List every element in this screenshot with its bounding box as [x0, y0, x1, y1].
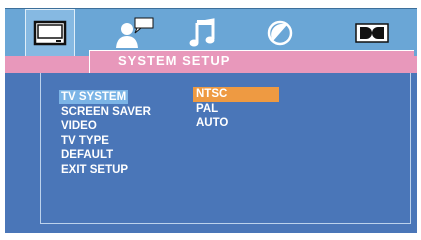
menu-item-tv-type[interactable]: TV TYPE: [59, 131, 153, 147]
setup-screen: SYSTEM SETUP TV SYSTEM SCREEN SAVER VIDE…: [0, 0, 421, 240]
tab-system[interactable]: [25, 9, 75, 58]
menu-item-video[interactable]: VIDEO: [59, 116, 153, 132]
setup-menu: TV SYSTEM SCREEN SAVER VIDEO TV TYPE DEF…: [59, 87, 153, 176]
dolby-icon: [355, 23, 389, 43]
menu-item-tv-system[interactable]: TV SYSTEM: [59, 87, 153, 104]
option-auto[interactable]: AUTO: [193, 116, 279, 131]
option-ntsc[interactable]: NTSC: [193, 87, 279, 102]
tv-monitor-icon: [33, 20, 67, 46]
circle-slash-icon: [267, 20, 293, 46]
menu-item-exit-setup[interactable]: EXIT SETUP: [59, 160, 153, 176]
page-title: SYSTEM SETUP: [118, 53, 231, 68]
tv-system-options: NTSC PAL AUTO: [193, 87, 279, 131]
option-pal[interactable]: PAL: [193, 102, 279, 117]
menu-item-default[interactable]: DEFAULT: [59, 145, 153, 161]
music-note-icon: [189, 18, 215, 47]
menu-item-label: EXIT SETUP: [61, 163, 129, 176]
person-speech-icon: [116, 17, 154, 48]
menu-item-screen-saver[interactable]: SCREEN SAVER: [59, 102, 153, 118]
